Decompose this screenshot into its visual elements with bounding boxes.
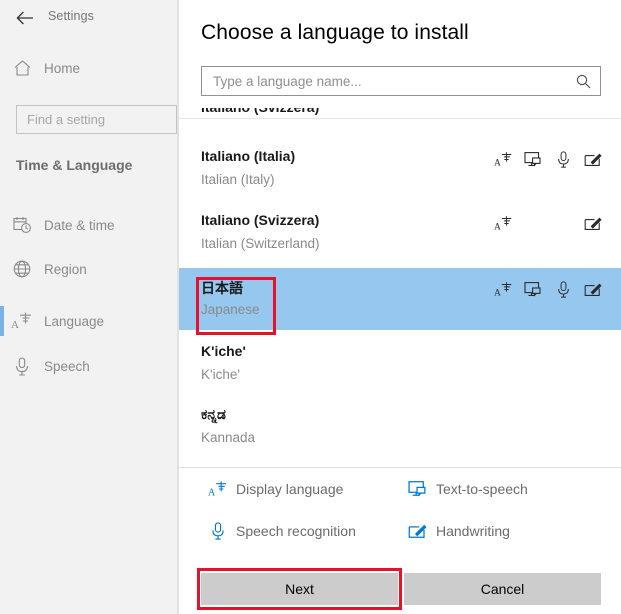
microphone-icon bbox=[553, 279, 573, 299]
svg-text:A: A bbox=[208, 487, 216, 498]
handwriting-pen-icon bbox=[583, 279, 603, 299]
sidebar-region-label: Region bbox=[44, 262, 87, 277]
list-divider bbox=[179, 118, 621, 119]
clipped-list-item: Italiano (Svizzera) bbox=[179, 108, 621, 117]
sidebar-home-label: Home bbox=[44, 61, 80, 76]
handwriting-pen-icon bbox=[404, 522, 432, 540]
dialog-title: Choose a language to install bbox=[201, 21, 469, 45]
language-english-name: Kannada bbox=[201, 430, 255, 445]
calendar-clock-icon bbox=[0, 216, 44, 234]
sidebar-item-speech[interactable]: Speech bbox=[0, 348, 178, 384]
text-to-speech-icon bbox=[523, 279, 543, 299]
legend-item-handwriting: Handwriting bbox=[404, 522, 510, 540]
window-title: Settings bbox=[48, 9, 94, 23]
title-bar: Settings bbox=[0, 0, 178, 34]
sidebar-item-language[interactable]: A Language bbox=[0, 303, 178, 339]
list-item[interactable]: Italiano (Svizzera) Italian (Switzerland… bbox=[179, 202, 621, 264]
feature-legend: A Display language Text-to-speech bbox=[179, 471, 621, 559]
choose-language-dialog: Choose a language to install Type a lang… bbox=[178, 0, 621, 614]
display-language-icon: A bbox=[0, 312, 44, 330]
sidebar-item-region[interactable]: Region bbox=[0, 251, 178, 287]
list-item[interactable]: 日本語 Japanese A bbox=[179, 268, 621, 330]
find-a-setting-placeholder: Find a setting bbox=[27, 112, 105, 127]
language-search-input[interactable]: Type a language name... bbox=[201, 66, 601, 96]
language-feature-icons: A bbox=[493, 149, 603, 169]
list-item[interactable]: ಕನ್ನಡ Kannada bbox=[179, 396, 621, 458]
text-to-speech-icon bbox=[404, 480, 432, 498]
settings-window: Settings Home Find a setting Time & Lang… bbox=[0, 0, 621, 614]
language-native-name: K'iche' bbox=[201, 343, 246, 359]
search-icon[interactable] bbox=[576, 74, 600, 89]
language-search-placeholder: Type a language name... bbox=[202, 74, 576, 89]
display-language-icon: A bbox=[493, 149, 513, 169]
language-native-name: Italiano (Italia) bbox=[201, 148, 295, 164]
legend-display-language-label: Display language bbox=[232, 481, 343, 497]
find-a-setting-input[interactable]: Find a setting bbox=[16, 105, 177, 134]
list-item[interactable]: Italiano (Italia) Italian (Italy) A bbox=[179, 138, 621, 200]
language-native-name: 日本語 bbox=[201, 278, 243, 298]
sidebar-language-label: Language bbox=[44, 314, 104, 329]
legend-item-text-to-speech: Text-to-speech bbox=[404, 480, 528, 498]
language-feature-icons: A bbox=[493, 279, 603, 299]
handwriting-pen-icon bbox=[583, 213, 603, 233]
sidebar: Settings Home Find a setting Time & Lang… bbox=[0, 0, 178, 614]
svg-text:A: A bbox=[494, 288, 501, 297]
sidebar-date-time-label: Date & time bbox=[44, 218, 115, 233]
microphone-icon bbox=[553, 149, 573, 169]
sidebar-speech-label: Speech bbox=[44, 359, 90, 374]
svg-text:A: A bbox=[494, 158, 501, 167]
display-language-icon: A bbox=[204, 480, 232, 498]
svg-text:A: A bbox=[11, 319, 19, 330]
legend-item-speech-recognition: Speech recognition bbox=[204, 522, 356, 540]
back-arrow-icon[interactable] bbox=[10, 6, 40, 30]
language-english-name: Italian (Italy) bbox=[201, 172, 275, 187]
display-language-icon: A bbox=[493, 279, 513, 299]
language-list[interactable]: Italiano (Svizzera) Italiano (Italia) It… bbox=[179, 108, 621, 467]
sidebar-section-title: Time & Language bbox=[16, 157, 132, 173]
list-bottom-divider bbox=[179, 467, 621, 468]
language-native-name: Italiano (Svizzera) bbox=[201, 212, 319, 228]
legend-text-to-speech-label: Text-to-speech bbox=[432, 481, 528, 497]
language-native-name: ಕನ್ನಡ bbox=[201, 406, 226, 423]
cancel-button[interactable]: Cancel bbox=[404, 573, 601, 605]
language-english-name: Italian (Switzerland) bbox=[201, 236, 320, 251]
microphone-icon bbox=[204, 522, 232, 540]
legend-item-display-language: A Display language bbox=[204, 480, 343, 498]
feature-icon-empty bbox=[553, 213, 573, 233]
microphone-icon bbox=[0, 357, 44, 376]
home-icon bbox=[0, 60, 44, 76]
next-button[interactable]: Next bbox=[201, 573, 398, 605]
language-english-name: K'iche' bbox=[201, 367, 240, 382]
language-english-name: Japanese bbox=[201, 302, 260, 317]
language-feature-icons: A bbox=[493, 213, 603, 233]
display-language-icon: A bbox=[493, 213, 513, 233]
legend-handwriting-label: Handwriting bbox=[432, 523, 510, 539]
globe-icon bbox=[0, 260, 44, 278]
sidebar-item-date-time[interactable]: Date & time bbox=[0, 207, 178, 243]
sidebar-item-home[interactable]: Home bbox=[0, 53, 178, 83]
list-item[interactable]: K'iche' K'iche' bbox=[179, 333, 621, 395]
legend-speech-recognition-label: Speech recognition bbox=[232, 523, 356, 539]
text-to-speech-icon bbox=[523, 149, 543, 169]
feature-icon-empty bbox=[523, 213, 543, 233]
svg-text:A: A bbox=[494, 222, 501, 231]
handwriting-pen-icon bbox=[583, 149, 603, 169]
clipped-list-item-label: Italiano (Svizzera) bbox=[201, 108, 319, 115]
